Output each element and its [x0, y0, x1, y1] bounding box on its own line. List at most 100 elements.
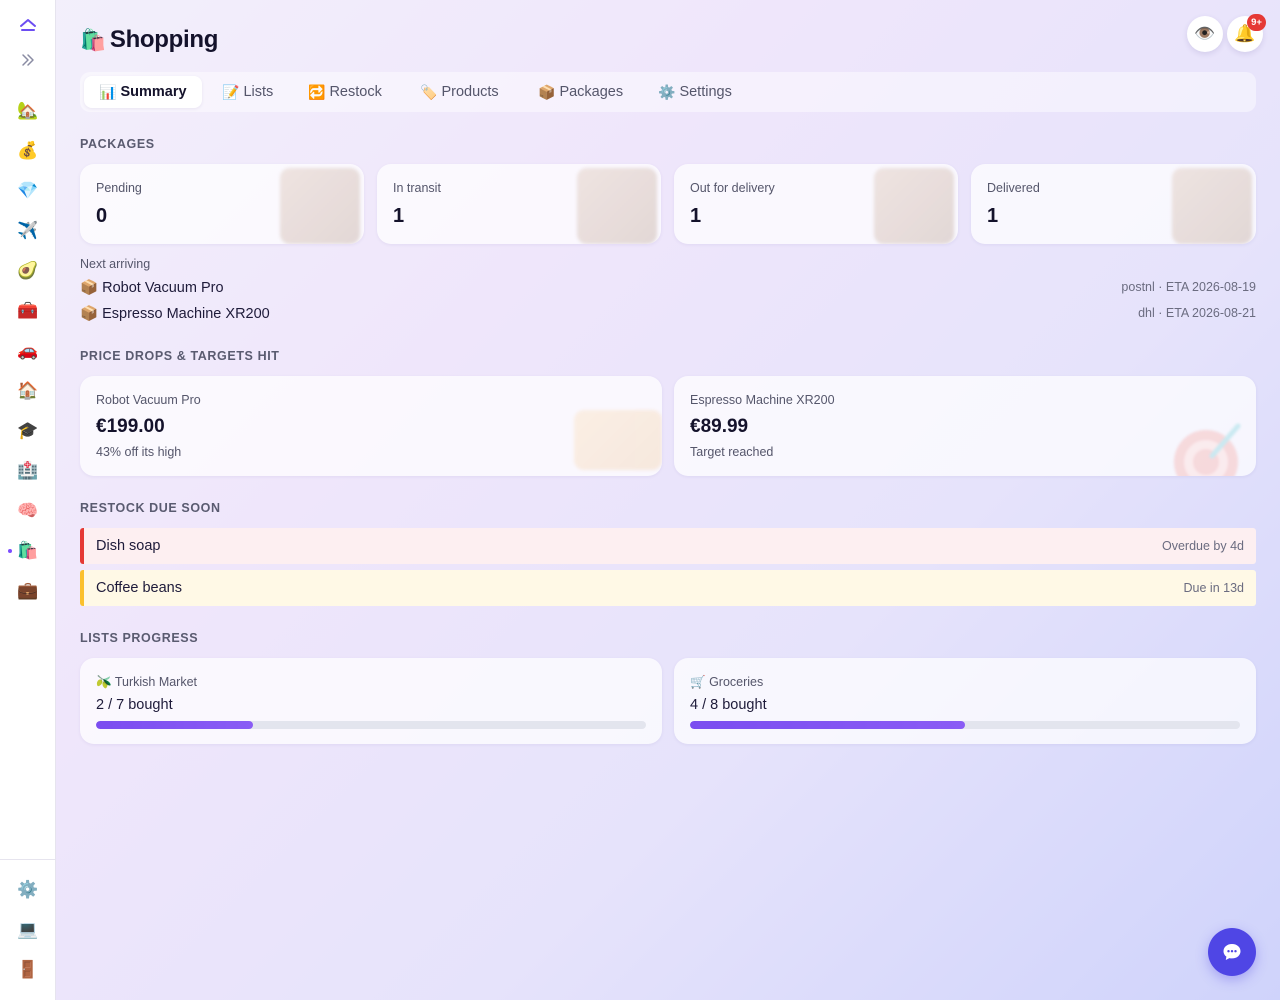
restock-item-status: Overdue by 4d — [1162, 539, 1244, 553]
page-title-text: Shopping — [109, 26, 219, 53]
package-icon: 📦 — [538, 83, 556, 100]
sidebar-item-house-building[interactable]: 🏡 — [0, 93, 56, 129]
sidebar-item-toolbox[interactable]: 🧰 — [0, 293, 56, 329]
package-ghost-icon — [1172, 168, 1252, 244]
tab-label: Products — [441, 84, 499, 100]
list-name-text: Turkish Market — [114, 675, 198, 689]
stat-label: Pending — [96, 181, 142, 195]
package-stat-pending[interactable]: Pending 0 — [80, 164, 364, 244]
tab-bar: 📊 Summary 📝 Lists 🔁 Restock 🏷️ Products 📦 Pac… — [80, 72, 1256, 112]
price-drop-price: €199.00 — [96, 416, 165, 437]
restock-item-name: Dish soap — [96, 538, 161, 554]
settings-gear-icon[interactable]: ⚙️ — [0, 872, 56, 908]
restock-item-name: Coffee beans — [96, 580, 182, 596]
lists-progress-heading: LISTS PROGRESS — [80, 631, 199, 645]
tab-summary[interactable]: 📊 Summary — [84, 76, 202, 108]
eye-icon: 👁️ — [1194, 24, 1216, 43]
olive-icon: 🫒 — [96, 675, 112, 689]
arriving-item[interactable]: 📦 Espresso Machine XR200 dhl · ETA 2026-… — [80, 303, 1256, 325]
target-note: Target reached — [690, 445, 774, 459]
sidebar-item-gem[interactable]: 💎 — [0, 173, 56, 209]
chat-bubble-icon — [1223, 944, 1241, 960]
list-progress-card[interactable]: 🫒 Turkish Market 2 / 7 bought — [80, 658, 662, 744]
sidebar-item-brain[interactable]: 🧠 — [0, 493, 56, 529]
target-product: Espresso Machine XR200 — [690, 393, 835, 407]
sidebar: 🏡 💰 💎 ✈️ 🥑 🧰 🚗 🏠 🎓 🏥 🧠 🛍️ 💼 ⚙️ 💻 🚪 — [0, 0, 56, 1000]
price-drop-note: 43% off its high — [96, 445, 182, 459]
sidebar-item-car[interactable]: 🚗 — [0, 333, 56, 369]
expand-icon[interactable] — [0, 42, 56, 78]
sidebar-item-food[interactable]: 🥑 — [0, 253, 56, 289]
arriving-item-meta: postnl · ETA 2026-08-19 — [1121, 280, 1256, 294]
home-up-icon[interactable] — [0, 7, 56, 43]
sidebar-item-travel[interactable]: ✈️ — [0, 213, 56, 249]
sidebar-item-shopping[interactable]: 🛍️ — [0, 533, 56, 569]
repeat-icon: 🔁 — [308, 83, 326, 100]
tab-label: Restock — [329, 84, 382, 100]
tab-settings[interactable]: ⚙️ Settings — [643, 76, 747, 108]
sidebar-item-work[interactable]: 💼 — [0, 573, 56, 609]
stat-label: Out for delivery — [690, 181, 775, 195]
shopping-bags-icon: 🛍️ — [80, 29, 106, 52]
tab-packages[interactable]: 📦 Packages — [523, 76, 638, 108]
target-ghost-icon — [1174, 423, 1241, 476]
list-name: 🛒 Groceries — [690, 675, 763, 690]
laptop-icon[interactable]: 💻 — [0, 912, 56, 948]
page-title: 🛍️ Shopping — [80, 26, 218, 54]
logout-door-icon[interactable]: 🚪 — [0, 952, 56, 988]
stat-value: 0 — [96, 205, 108, 227]
sidebar-item-home[interactable]: 🏠 — [0, 373, 56, 409]
tag-icon: 🏷️ — [420, 83, 438, 100]
price-drops-heading: PRICE DROPS & TARGETS HIT — [80, 349, 280, 363]
restock-item[interactable]: Dish soap Overdue by 4d — [80, 528, 1256, 564]
price-tag-ghost-icon — [574, 410, 662, 470]
list-name: 🫒 Turkish Market — [96, 675, 197, 690]
target-hit-card[interactable]: Espresso Machine XR200 €89.99 Target rea… — [674, 376, 1256, 476]
price-drop-card[interactable]: Robot Vacuum Pro €199.00 43% off its hig… — [80, 376, 662, 476]
stat-value: 1 — [987, 205, 999, 227]
stat-value: 1 — [690, 205, 702, 227]
notifications-button[interactable]: 🔔 9+ — [1227, 14, 1266, 52]
progress-fill — [96, 721, 254, 729]
sidebar-divider — [0, 859, 56, 860]
item-name-text: Espresso Machine XR200 — [102, 306, 270, 322]
stat-label: Delivered — [987, 181, 1040, 195]
progress-fill — [690, 721, 965, 729]
arriving-item[interactable]: 📦 Robot Vacuum Pro postnl · ETA 2026-08-… — [80, 277, 1256, 299]
package-icon: 📦 — [80, 280, 99, 296]
item-name-text: Robot Vacuum Pro — [102, 280, 224, 296]
next-arriving-label: Next arriving — [80, 257, 151, 271]
target-price: €89.99 — [690, 416, 749, 437]
arriving-item-meta: dhl · ETA 2026-08-21 — [1138, 306, 1256, 320]
package-stat-delivered[interactable]: Delivered 1 — [971, 164, 1256, 244]
sidebar-item-health[interactable]: 🏥 — [0, 453, 56, 489]
list-progress-card[interactable]: 🛒 Groceries 4 / 8 bought — [674, 658, 1256, 744]
shopping-cart-icon: 🛒 — [690, 675, 706, 689]
tab-products[interactable]: 🏷️ Products — [405, 76, 514, 108]
progress-track — [690, 721, 1240, 729]
package-ghost-icon — [577, 168, 657, 244]
tab-lists[interactable]: 📝 Lists — [207, 76, 288, 108]
stat-label: In transit — [393, 181, 441, 195]
restock-item[interactable]: Coffee beans Due in 13d — [80, 570, 1256, 606]
package-stat-out-for-delivery[interactable]: Out for delivery 1 — [674, 164, 958, 244]
sidebar-item-money[interactable]: 💰 — [0, 133, 56, 169]
visibility-toggle-button[interactable]: 👁️ — [1187, 16, 1223, 52]
notification-badge: 9+ — [1247, 14, 1266, 31]
gear-icon: ⚙️ — [658, 83, 676, 100]
tab-label: Summary — [120, 84, 187, 100]
bar-chart-icon: 📊 — [99, 83, 117, 100]
list-name-text: Groceries — [709, 675, 764, 689]
chat-button[interactable] — [1208, 928, 1256, 976]
tab-label: Packages — [559, 84, 624, 100]
list-progress-text: 4 / 8 bought — [690, 697, 767, 713]
package-stat-in-transit[interactable]: In transit 1 — [377, 164, 661, 244]
stat-value: 1 — [393, 205, 405, 227]
tab-restock[interactable]: 🔁 Restock — [293, 76, 397, 108]
tab-label: Settings — [679, 84, 732, 100]
tab-label: Lists — [243, 84, 274, 100]
progress-track — [96, 721, 646, 729]
restock-heading: RESTOCK DUE SOON — [80, 501, 221, 515]
restock-item-status: Due in 13d — [1183, 581, 1244, 595]
sidebar-item-education[interactable]: 🎓 — [0, 413, 56, 449]
